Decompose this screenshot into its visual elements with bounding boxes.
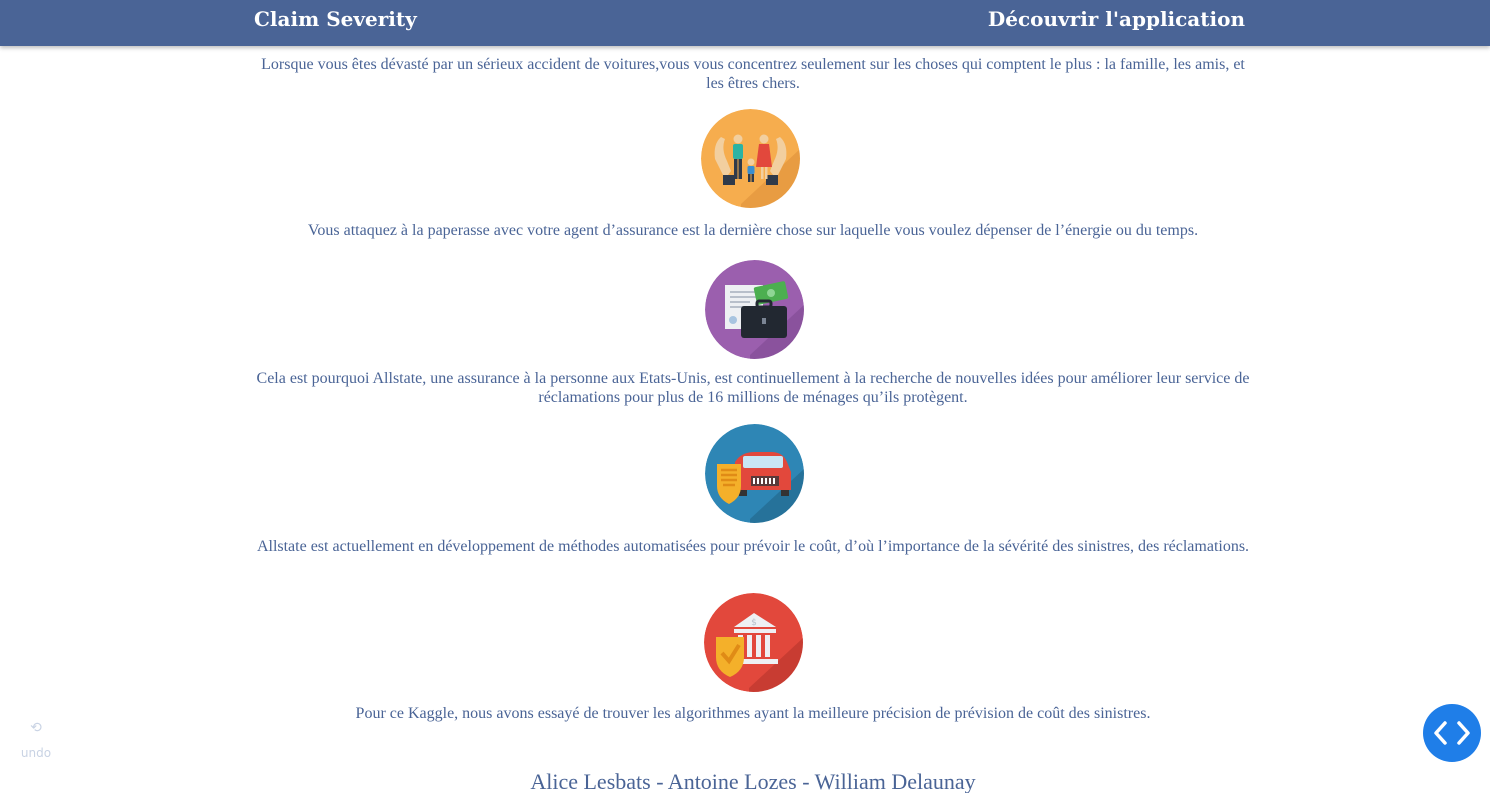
undo-icon: ⟲ — [30, 720, 42, 736]
paperwork-briefcase-icon — [705, 260, 804, 359]
allstate-paragraph: Cela est pourquoi Allstate, une assuranc… — [256, 370, 1250, 406]
paperwork-paragraph: Vous attaquez à la paperasse avec votre … — [307, 222, 1199, 239]
top-navbar: Claim Severity Découvrir l'application — [0, 0, 1490, 46]
bank-shield-icon: $ — [704, 593, 803, 692]
car-insurance-shield-icon — [705, 424, 804, 523]
code-brackets-icon — [1434, 721, 1470, 745]
kaggle-paragraph: Pour ce Kaggle, nous avons essayé de tro… — [355, 705, 1151, 722]
family-protection-icon — [701, 109, 800, 208]
svg-text:$: $ — [751, 618, 757, 628]
discover-app-link[interactable]: Découvrir l'application — [988, 7, 1245, 31]
automation-paragraph: Allstate est actuellement en développeme… — [256, 538, 1250, 555]
undo-label: undo — [20, 746, 52, 760]
authors-footer: Alice Lesbats - Antoine Lozes - William … — [530, 769, 976, 793]
intro-paragraph: Lorsque vous êtes dévasté par un sérieux… — [261, 56, 1245, 92]
undo-button[interactable]: ⟲ undo — [16, 718, 56, 760]
code-toggle-button[interactable] — [1423, 704, 1481, 762]
brand-link[interactable]: Claim Severity — [254, 7, 417, 31]
